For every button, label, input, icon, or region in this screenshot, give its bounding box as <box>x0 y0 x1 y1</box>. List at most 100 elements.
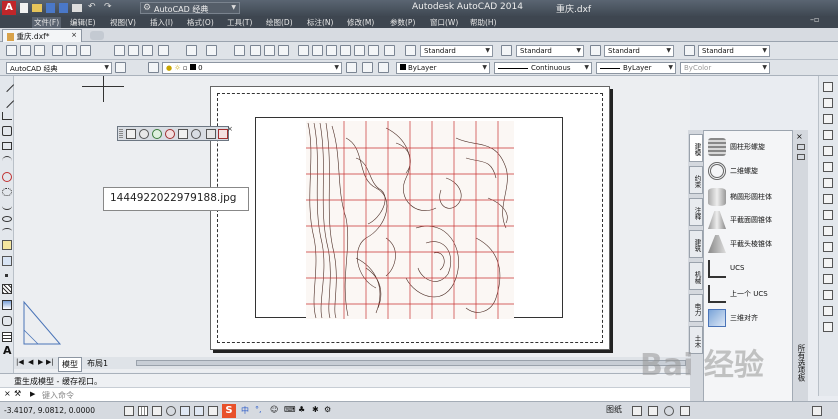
region-icon[interactable] <box>2 316 12 326</box>
palette-item-frustum-cone[interactable]: 平截面圆锥体 <box>708 210 792 230</box>
menu-format[interactable]: 格式(O) <box>187 17 214 28</box>
floating-toolbar[interactable]: × <box>117 125 233 141</box>
qnew-icon[interactable] <box>6 45 17 56</box>
redo-icon[interactable]: ↷ <box>104 2 112 12</box>
color-dropdown[interactable]: ByLayer ▼ <box>396 62 490 74</box>
sphere-add-icon[interactable] <box>152 129 162 139</box>
ortho-mode-icon[interactable] <box>152 406 162 416</box>
join-icon[interactable] <box>823 274 833 284</box>
copy-icon[interactable] <box>128 45 139 56</box>
layout-viewport[interactable] <box>255 117 563 319</box>
wrench-icon[interactable]: ⚒ <box>14 389 21 398</box>
mirror-icon[interactable] <box>823 114 833 124</box>
palette-item-previous-ucs[interactable]: 上一个 UCS <box>708 284 792 304</box>
ime-punct-icon[interactable]: °, <box>255 405 262 414</box>
palette-tab-mechanical[interactable]: 机械 <box>689 262 703 290</box>
osnap-icon[interactable] <box>180 406 190 416</box>
trim-icon[interactable] <box>823 226 833 236</box>
point-icon[interactable] <box>5 274 8 277</box>
cut-icon[interactable] <box>114 45 125 56</box>
workspace-settings-icon[interactable] <box>115 62 126 73</box>
ime-skin-icon[interactable]: ♣ <box>298 405 305 414</box>
hatch-icon[interactable] <box>2 284 12 294</box>
horizontal-scrollbar[interactable] <box>136 360 686 366</box>
ime-tools-icon[interactable]: ✱ <box>312 405 319 414</box>
array-icon[interactable] <box>823 146 833 156</box>
save-icon[interactable] <box>46 3 55 13</box>
text-style-dropdown[interactable]: Standard ▼ <box>420 45 493 57</box>
insert-block-icon[interactable] <box>2 240 12 250</box>
save-file-icon[interactable] <box>34 45 45 56</box>
palette-item-helix[interactable]: 圆柱形螺旋 <box>708 137 792 157</box>
rotate-icon[interactable] <box>823 178 833 188</box>
workspace-switch-icon[interactable] <box>664 406 674 416</box>
tab-model[interactable]: 模型 <box>58 357 82 372</box>
table-style-icon[interactable] <box>590 45 601 56</box>
ellipse-arc-icon[interactable] <box>2 228 12 234</box>
matchprop-icon[interactable] <box>158 45 169 56</box>
snap-mode-icon[interactable] <box>124 406 134 416</box>
clean-screen-icon[interactable] <box>812 406 822 416</box>
3d-osnap-icon[interactable] <box>194 406 204 416</box>
close-icon[interactable]: × <box>227 125 233 133</box>
menu-tools[interactable]: 工具(T) <box>227 17 252 28</box>
lock-ui-icon[interactable] <box>680 406 690 416</box>
annotation-scale-icon[interactable] <box>648 406 658 416</box>
ime-settings-icon[interactable]: ⚙ <box>324 405 331 414</box>
zoom-window-icon[interactable] <box>264 45 275 56</box>
arc-icon[interactable] <box>2 156 12 166</box>
layer-state-icon[interactable] <box>378 62 389 73</box>
keyboard-icon[interactable]: ⌨ <box>284 405 296 414</box>
palette-item-spiral[interactable]: 二维螺旋 <box>708 161 792 181</box>
coordinates-readout[interactable]: -3.4107, 9.0812, 0.0000 <box>4 406 95 415</box>
workspace-dropdown[interactable]: ⚙ AutoCAD 经典 ▼ <box>140 2 240 14</box>
viewport-icon[interactable] <box>126 129 136 139</box>
help-icon[interactable] <box>384 45 395 56</box>
move-icon[interactable] <box>823 162 833 172</box>
line-icon[interactable] <box>0 77 15 93</box>
properties-menu-icon[interactable] <box>797 154 805 160</box>
markup-icon[interactable] <box>354 45 365 56</box>
menu-draw[interactable]: 绘图(D) <box>266 17 293 28</box>
layer-manager-icon[interactable] <box>148 62 159 73</box>
first-tab-icon[interactable]: |◀ <box>16 358 24 366</box>
rectangle-icon[interactable] <box>2 142 12 150</box>
polar-tracking-icon[interactable] <box>166 406 176 416</box>
close-icon[interactable]: × <box>796 132 803 141</box>
menu-window[interactable]: 窗口(W) <box>430 17 458 28</box>
polyline-icon[interactable] <box>2 112 12 120</box>
table-style-dropdown[interactable]: Standard ▼ <box>604 45 674 57</box>
make-block-icon[interactable] <box>2 256 12 266</box>
next-tab-icon[interactable]: ▶ <box>38 358 43 366</box>
spline-icon[interactable] <box>2 202 12 210</box>
make-current-icon[interactable] <box>346 62 357 73</box>
print-icon[interactable] <box>52 45 63 56</box>
extend-icon[interactable] <box>823 242 833 252</box>
palette-title-bar[interactable]: × 所有选项板 <box>792 130 808 418</box>
menu-dimension[interactable]: 标注(N) <box>307 17 333 28</box>
dim-style-dropdown[interactable]: Standard ▼ <box>516 45 584 57</box>
dim-style-icon[interactable] <box>501 45 512 56</box>
zoom-previous-icon[interactable] <box>278 45 289 56</box>
redo-tb-icon[interactable] <box>206 45 217 56</box>
publish-icon[interactable] <box>80 45 91 56</box>
palette-tab-architectural[interactable]: 建筑 <box>689 230 703 258</box>
palette-tab-modeling[interactable]: 建模 <box>689 134 703 162</box>
paper-space-button[interactable]: 图纸 <box>606 404 626 417</box>
menu-file[interactable]: 文件(F) <box>32 17 62 28</box>
erase-icon[interactable] <box>823 82 833 92</box>
calculator-icon[interactable] <box>368 45 379 56</box>
ellipse-icon[interactable] <box>2 216 12 222</box>
text-style-icon[interactable] <box>405 45 416 56</box>
last-tab-icon[interactable]: ▶| <box>46 358 54 366</box>
command-input[interactable]: 键入命令 <box>42 390 74 401</box>
paste-icon[interactable] <box>142 45 153 56</box>
auto-hide-icon[interactable] <box>797 144 805 150</box>
new-tab-button[interactable] <box>90 31 104 40</box>
close-icon[interactable]: × <box>71 31 77 39</box>
grip-handle[interactable] <box>119 129 123 138</box>
palette-item-elliptical-cylinder[interactable]: 椭圆形圆柱体 <box>708 187 792 207</box>
plotstyle-dropdown[interactable]: ByColor ▼ <box>680 62 770 74</box>
copy-object-icon[interactable] <box>823 98 833 108</box>
palette-item-3d-align[interactable]: 三维对齐 <box>708 308 792 328</box>
